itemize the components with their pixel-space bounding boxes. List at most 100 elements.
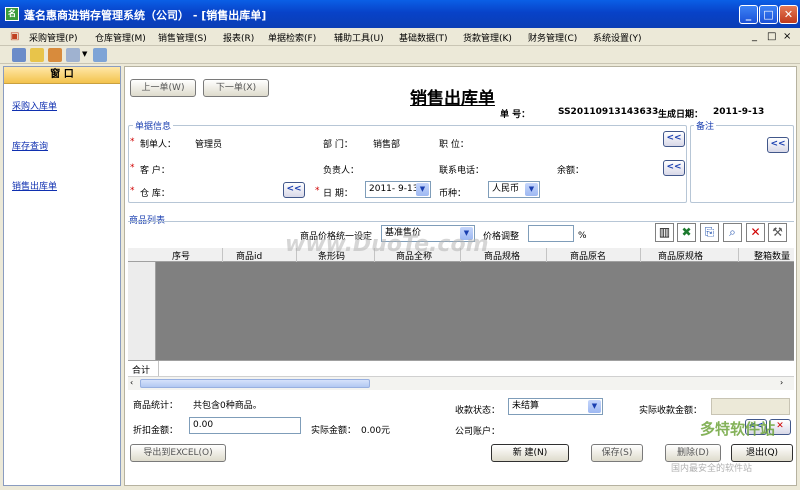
row-header-column [128,262,156,360]
discount-label: 折扣金额： [133,426,179,436]
currency-select[interactable]: 人民币 ▼ [488,181,540,198]
watermark-tagline: 国内最安全的软件站 [671,464,753,474]
col-orig-spec[interactable]: 商品原规格 [658,249,703,262]
tools-icon[interactable]: ⚒ [768,223,787,242]
position-label: 职 位： [439,140,469,150]
currency-label: 币种： [439,189,467,199]
total-row: 合计 [128,360,794,376]
actual-amount-label: 实际金额： [311,426,357,436]
dept-value: 销售部 [373,140,401,150]
warehouse-select-button[interactable]: << [283,182,305,198]
close-button[interactable]: ✕ [779,5,798,24]
col-separator [546,248,547,262]
menu-bill-search[interactable]: 单据检索(F) [268,31,316,44]
link-purchase-inbound[interactable]: 采购入库单 [12,99,57,112]
col-orig-name[interactable]: 商品原名 [570,249,606,262]
warehouse-label: 仓 库： [140,189,170,199]
receipt-status-label: 收款状态： [455,406,501,416]
link-sales-outbound[interactable]: 销售出库单 [12,179,57,192]
scroll-left-icon[interactable]: ‹ [130,378,133,387]
excel-icon[interactable]: ✖ [677,223,696,242]
search-icon[interactable]: ⌕ [723,223,742,242]
col-product-id[interactable]: 商品id [236,249,262,262]
mdi-minimize-button[interactable]: _ [752,31,757,42]
required-marker: * [130,186,135,196]
new-button[interactable]: 新 建(N) [491,444,569,462]
menu-settings[interactable]: 系统设置(Y) [593,31,642,44]
sales-outbound-form: 上一单(W) 下一单(X) 销售出库单 单 号： SS2011091314363… [124,66,797,486]
prev-bill-button[interactable]: 上一单(W) [130,79,196,97]
col-box-qty[interactable]: 整箱数量 [754,249,790,262]
actual-receipt-input[interactable] [711,398,790,415]
scroll-right-icon[interactable]: › [780,378,783,387]
link-stock-query[interactable]: 库存查询 [12,139,48,152]
mdi-restore-button[interactable]: □ [767,31,776,42]
remark-collapse-button[interactable]: << [767,137,789,153]
export-excel-button[interactable]: 导出到EXCEL(O) [130,444,226,462]
page-title: 销售出库单 [410,89,495,109]
menu-warehouse[interactable]: 仓库管理(M) [95,31,146,44]
next-bill-button[interactable]: 下一单(X) [203,79,269,97]
app-icon[interactable]: 名 [5,7,19,21]
minimize-button[interactable]: _ [739,5,758,24]
scroll-thumb[interactable] [140,379,370,388]
total-label: 合计 [132,366,151,376]
save-button[interactable]: 保存(S) [591,444,643,462]
info-collapse-button[interactable]: << [663,131,685,147]
delete-button[interactable]: 删除(D) [665,444,721,462]
company-account-label: 公司账户： [455,427,501,437]
percent-label: % [578,231,587,241]
principal-label: 负责人： [323,166,360,176]
horizontal-scrollbar[interactable]: ‹ › [128,376,794,390]
grid-icon[interactable] [93,48,107,62]
menu-finance[interactable]: 财务管理(C) [528,31,577,44]
customer-label: 客 户： [140,166,170,176]
mdi-icon[interactable]: ▣ [10,31,19,42]
maker-value: 管理员 [195,140,223,150]
balance-label: 余额： [557,166,585,176]
col-separator [738,248,739,262]
open-folder-icon[interactable] [30,48,44,62]
remark-label: 备注 [694,119,717,132]
date-picker[interactable]: 2011- 9-13 ▼ [365,181,431,198]
delete-icon[interactable]: ✕ [746,223,765,242]
chevron-down-icon[interactable]: ▼ [416,183,429,196]
col-spec[interactable]: 商品规格 [484,249,520,262]
discount-value: 0.00 [193,420,214,430]
dropdown-icon[interactable]: ▼ [82,50,87,58]
menu-reports[interactable]: 报表(R) [223,31,254,44]
required-marker: * [315,186,320,196]
mdi-close-button[interactable]: × [783,31,791,42]
col-seq[interactable]: 序号 [172,249,190,262]
watermark-center: www.DuoTe.com [285,232,489,257]
discount-input[interactable]: 0.00 [189,417,301,434]
receipt-status-value: 未结算 [512,401,540,411]
actual-receipt-label: 实际收款金额： [639,406,703,416]
document-icon[interactable] [66,48,80,62]
menu-tools[interactable]: 辅助工具(U) [334,31,384,44]
product-grid-body[interactable] [128,262,794,360]
product-list-label: 商品列表 [129,216,166,226]
col-separator [158,361,159,376]
price-adjust-input[interactable] [528,225,574,242]
date-label: 日 期： [323,189,353,199]
org-icon[interactable] [12,48,26,62]
gen-date-value: 2011-9-13 [713,107,765,117]
copy-icon[interactable]: ⎘ [700,223,719,242]
barcode-icon[interactable]: ▥ [655,223,674,242]
exit-button[interactable]: 退出(Q) [731,444,793,462]
menu-payment[interactable]: 货款管理(K) [463,31,512,44]
menu-purchase[interactable]: 采购管理(P) [29,31,77,44]
people-icon[interactable] [48,48,62,62]
chevron-down-icon[interactable]: ▼ [588,400,601,413]
window-title: 蓬名惠商进销存管理系统（公司） - [销售出库单] [24,9,267,22]
chevron-down-icon[interactable]: ▼ [525,183,538,196]
menu-sales[interactable]: 销售管理(S) [158,31,207,44]
receipt-status-select[interactable]: 未结算 ▼ [508,398,603,415]
customer-select-button[interactable]: << [663,160,685,176]
toolbar: ▼ [0,46,800,64]
menu-base-data[interactable]: 基础数据(T) [399,31,448,44]
required-marker: * [130,137,135,147]
maker-label: 制单人： [140,140,177,150]
maximize-button[interactable]: □ [759,5,778,24]
